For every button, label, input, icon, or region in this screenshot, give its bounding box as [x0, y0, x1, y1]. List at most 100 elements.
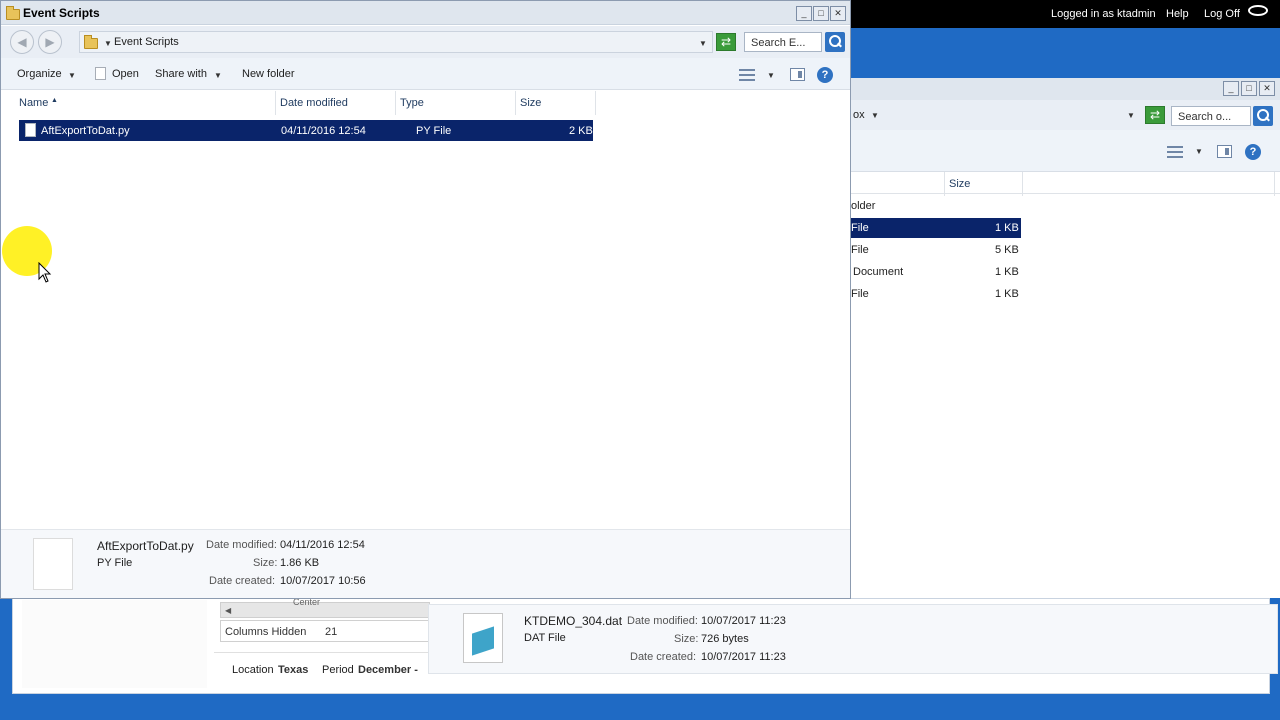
list-item[interactable]: File 5 KB — [851, 240, 1021, 260]
dat-date-modified: 10/07/2017 11:23 — [701, 615, 786, 627]
file-type: PY File — [416, 125, 452, 137]
share-with-button[interactable]: Share with — [155, 68, 207, 80]
explorer-window-back[interactable]: _ □ ✕ ox ▼ ▼ ⇄ Search o... ▼ ? Size olde… — [850, 78, 1280, 598]
app-bottom-border — [0, 712, 1280, 720]
app-top-bar: Logged in as ktadmin Help Log Off — [850, 0, 1280, 28]
sort-ascending-icon: ▲ — [51, 97, 58, 104]
dat-filename: KTDEMO_304.dat — [524, 614, 623, 628]
minimize-button[interactable]: _ — [1223, 81, 1239, 96]
search-input[interactable]: Search E... — [744, 32, 822, 52]
open-button[interactable]: Open — [112, 68, 139, 80]
location-label: Location — [232, 664, 274, 676]
organize-button[interactable]: Organize — [17, 68, 62, 80]
views-icon[interactable] — [1167, 146, 1183, 158]
app-banner — [850, 28, 1280, 78]
search-icon[interactable] — [1253, 106, 1273, 126]
columns-hidden-indicator: Columns Hidden 21 — [220, 620, 430, 642]
chevron-down-icon[interactable]: ▼ — [871, 111, 879, 120]
address-fragment[interactable]: ox — [853, 109, 865, 121]
list-item-selected[interactable]: File 1 KB — [851, 218, 1021, 238]
search-input[interactable]: Search o... — [1171, 106, 1251, 126]
close-button[interactable]: ✕ — [1259, 81, 1275, 96]
refresh-icon[interactable]: ⇄ — [1145, 106, 1165, 124]
scroll-left-icon[interactable]: ◀ — [225, 606, 231, 615]
py-file-large-icon — [33, 538, 73, 590]
back-window-column-header: Size — [851, 172, 1280, 196]
dat-file-icon — [463, 613, 503, 663]
organize-chevron-icon[interactable]: ▼ — [68, 71, 76, 80]
forward-button[interactable]: ▶ — [38, 30, 62, 54]
list-item[interactable]: older — [851, 196, 1021, 216]
share-chevron-icon[interactable]: ▼ — [214, 71, 222, 80]
search-placeholder: Search E... — [751, 37, 806, 49]
search-placeholder: Search o... — [1178, 111, 1232, 123]
period-label: Period — [322, 664, 354, 676]
maximize-button[interactable]: □ — [1241, 81, 1257, 96]
address-dropdown-icon[interactable]: ▼ — [699, 39, 707, 48]
pov-bar: Location Texas Period December - — [214, 652, 430, 686]
dat-size: 726 bytes — [701, 633, 749, 645]
location-value[interactable]: Texas — [278, 664, 308, 676]
period-value[interactable]: December - — [358, 664, 418, 676]
window-title: Event Scripts — [23, 6, 100, 20]
col-type[interactable]: Type — [396, 91, 516, 115]
search-icon[interactable] — [825, 32, 845, 52]
col-name[interactable]: Name ▲ — [15, 91, 276, 115]
open-file-icon — [95, 67, 106, 80]
preview-pane-icon[interactable] — [790, 68, 805, 81]
window-title-bar[interactable]: Event Scripts _ □ ✕ — [1, 1, 850, 25]
details-filetype: PY File — [97, 557, 133, 569]
col-size[interactable]: Size — [516, 91, 596, 115]
close-button[interactable]: ✕ — [830, 6, 846, 21]
explorer-window[interactable]: Event Scripts _ □ ✕ ◀ ▶ ▼ Event Scripts … — [0, 0, 851, 599]
new-folder-button[interactable]: New folder — [242, 68, 295, 80]
help-icon[interactable]: ? — [817, 67, 833, 83]
command-bar: Organize ▼ Open Share with ▼ New folder … — [1, 58, 850, 90]
details-size-label: Size: — [253, 557, 278, 569]
file-size: 2 KB — [569, 125, 593, 137]
dat-date-modified-label: Date modified: — [627, 615, 698, 627]
dat-date-created: 10/07/2017 11:23 — [701, 651, 786, 663]
oracle-logo-icon — [1248, 5, 1268, 16]
details-filename: AftExportToDat.py — [97, 539, 194, 553]
back-button[interactable]: ◀ — [10, 30, 34, 54]
columns-hidden-label: Columns Hidden — [225, 626, 307, 638]
file-name: AftExportToDat.py — [41, 125, 130, 137]
log-off-link[interactable]: Log Off — [1204, 8, 1240, 20]
file-row-selected[interactable]: AftExportToDat.py 04/11/2016 12:54 PY Fi… — [19, 120, 593, 141]
grid-horizontal-scrollbar[interactable]: ◀ Center — [220, 597, 430, 618]
dat-date-created-label: Date created: — [630, 651, 697, 663]
views-icon[interactable] — [739, 69, 755, 81]
column-header: Name ▲ Date modified Type Size — [1, 91, 850, 115]
col-type[interactable] — [851, 172, 945, 196]
back-window-title-bar[interactable]: _ □ ✕ — [851, 78, 1280, 100]
navigation-bar: ◀ ▶ ▼ Event Scripts ▼ ⇄ Search E... — [1, 26, 850, 58]
minimize-button[interactable]: _ — [796, 6, 812, 21]
col-empty — [1023, 172, 1275, 196]
back-window-command-bar: ▼ ? — [851, 130, 1280, 172]
address-dropdown-icon[interactable]: ▼ — [1127, 111, 1135, 120]
refresh-icon[interactable]: ⇄ — [716, 33, 736, 51]
address-folder-icon — [84, 35, 98, 49]
maximize-button[interactable]: □ — [813, 6, 829, 21]
views-chevron-icon[interactable]: ▼ — [1195, 147, 1203, 156]
details-date-modified-label: Date modified: — [206, 539, 277, 551]
details-size: 1.86 KB — [280, 557, 320, 569]
list-item[interactable]: Document 1 KB — [851, 262, 1021, 282]
details-date-modified: 04/11/2016 12:54 — [280, 539, 365, 551]
details-date-created-label: Date created: — [209, 575, 276, 587]
dat-size-label: Size: — [674, 633, 699, 645]
breadcrumb-chevron-icon[interactable]: ▼ — [104, 39, 112, 48]
mouse-cursor-icon — [38, 262, 52, 283]
help-icon[interactable]: ? — [1245, 144, 1261, 160]
back-window-address-bar: ox ▼ ▼ ⇄ Search o... — [851, 100, 1280, 130]
address-bar[interactable]: ▼ Event Scripts ▼ — [79, 31, 713, 53]
preview-pane-icon[interactable] — [1217, 145, 1232, 158]
columns-hidden-count: 21 — [325, 626, 338, 638]
col-size[interactable]: Size — [945, 172, 1023, 196]
help-link[interactable]: Help — [1166, 8, 1189, 20]
list-item[interactable]: File 1 KB — [851, 284, 1021, 304]
breadcrumb[interactable]: Event Scripts — [114, 36, 179, 48]
col-date-modified[interactable]: Date modified — [276, 91, 396, 115]
views-chevron-icon[interactable]: ▼ — [767, 71, 775, 80]
